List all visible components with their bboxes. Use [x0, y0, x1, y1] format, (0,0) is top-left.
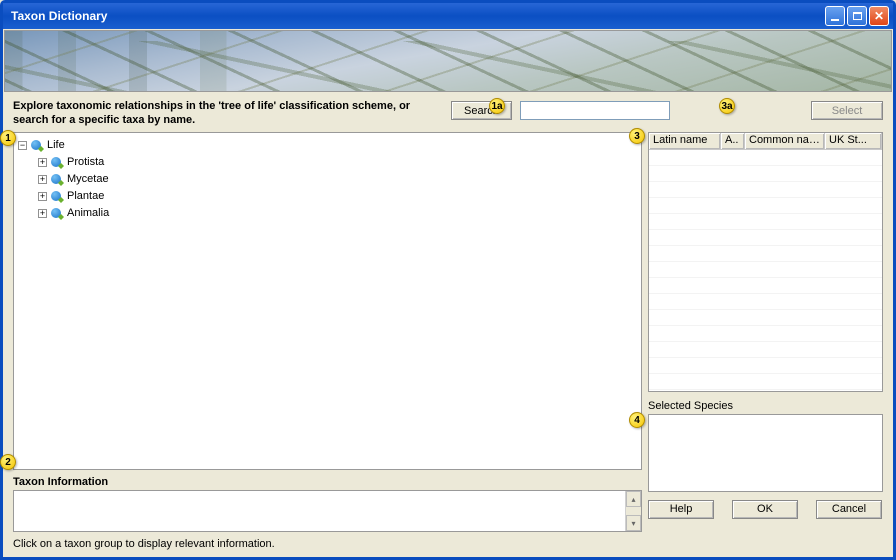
annotation-1: 1 [0, 130, 16, 146]
taxon-info-box[interactable]: ▴ ▾ [13, 490, 642, 532]
search-input[interactable] [520, 101, 670, 120]
ok-button[interactable]: OK [732, 500, 798, 519]
grid-col-common[interactable]: Common name [745, 133, 825, 149]
annotation-3: 3 [629, 128, 645, 144]
expand-icon[interactable]: + [38, 175, 47, 184]
maximize-button[interactable] [847, 6, 867, 26]
tree-item-life[interactable]: − Life [18, 137, 637, 154]
tree-item-mycetae[interactable]: + Mycetae [38, 171, 637, 188]
tree-label: Plantae [67, 190, 104, 202]
taxon-icon [30, 138, 44, 152]
taxon-tree[interactable]: − Life + Protista + Mycetae [13, 132, 642, 471]
expand-icon[interactable]: + [38, 192, 47, 201]
content-area: Explore taxonomic relationships in the '… [3, 92, 893, 556]
minimize-button[interactable] [825, 6, 845, 26]
tree-label: Mycetae [67, 173, 109, 185]
scroll-down-icon[interactable]: ▾ [626, 515, 641, 531]
taxon-icon [50, 206, 64, 220]
tree-item-plantae[interactable]: + Plantae [38, 188, 637, 205]
scroll-up-icon[interactable]: ▴ [626, 491, 641, 507]
taxon-info-hint: Click on a taxon group to display releva… [13, 538, 642, 550]
left-column: − Life + Protista + Mycetae [13, 132, 642, 551]
results-grid[interactable]: Latin name A.. Common name UK St... [648, 132, 883, 392]
expand-icon[interactable]: + [38, 158, 47, 167]
annotation-4: 4 [629, 412, 645, 428]
window-title: Taxon Dictionary [11, 9, 107, 23]
taxon-icon [50, 172, 64, 186]
tree-item-protista[interactable]: + Protista [38, 154, 637, 171]
grid-header: Latin name A.. Common name UK St... [649, 133, 882, 150]
collapse-icon[interactable]: − [18, 141, 27, 150]
dialog-buttons: Help OK Cancel [648, 500, 883, 519]
right-column: Latin name A.. Common name UK St... Sele… [648, 132, 883, 551]
tree-label: Animalia [67, 207, 109, 219]
top-row: Explore taxonomic relationships in the '… [13, 100, 883, 128]
grid-col-author[interactable]: A.. [721, 133, 745, 149]
expand-icon[interactable]: + [38, 209, 47, 218]
selected-species-header: Selected Species [648, 400, 883, 412]
taxon-info-header: Taxon Information [13, 476, 642, 488]
tree-label: Protista [67, 156, 104, 168]
cancel-button[interactable]: Cancel [816, 500, 882, 519]
titlebar: Taxon Dictionary ✕ [3, 3, 893, 29]
titlebar-buttons: ✕ [825, 6, 889, 26]
annotation-2: 2 [0, 454, 16, 470]
selected-species-box[interactable] [648, 414, 883, 492]
tree-label: Life [47, 139, 65, 151]
taxon-icon [50, 155, 64, 169]
banner-image [4, 30, 892, 92]
annotation-1a: 1a [489, 98, 505, 114]
annotation-3a: 3a [719, 98, 735, 114]
grid-body[interactable] [649, 150, 882, 391]
instruction-text: Explore taxonomic relationships in the '… [13, 100, 443, 128]
scrollbar[interactable]: ▴ ▾ [625, 491, 641, 531]
select-button[interactable]: Select [811, 101, 883, 120]
grid-col-status[interactable]: UK St... [825, 133, 882, 149]
taxon-icon [50, 189, 64, 203]
tree-item-animalia[interactable]: + Animalia [38, 205, 637, 222]
close-button[interactable]: ✕ [869, 6, 889, 26]
help-button[interactable]: Help [648, 500, 714, 519]
grid-col-latin[interactable]: Latin name [649, 133, 721, 149]
